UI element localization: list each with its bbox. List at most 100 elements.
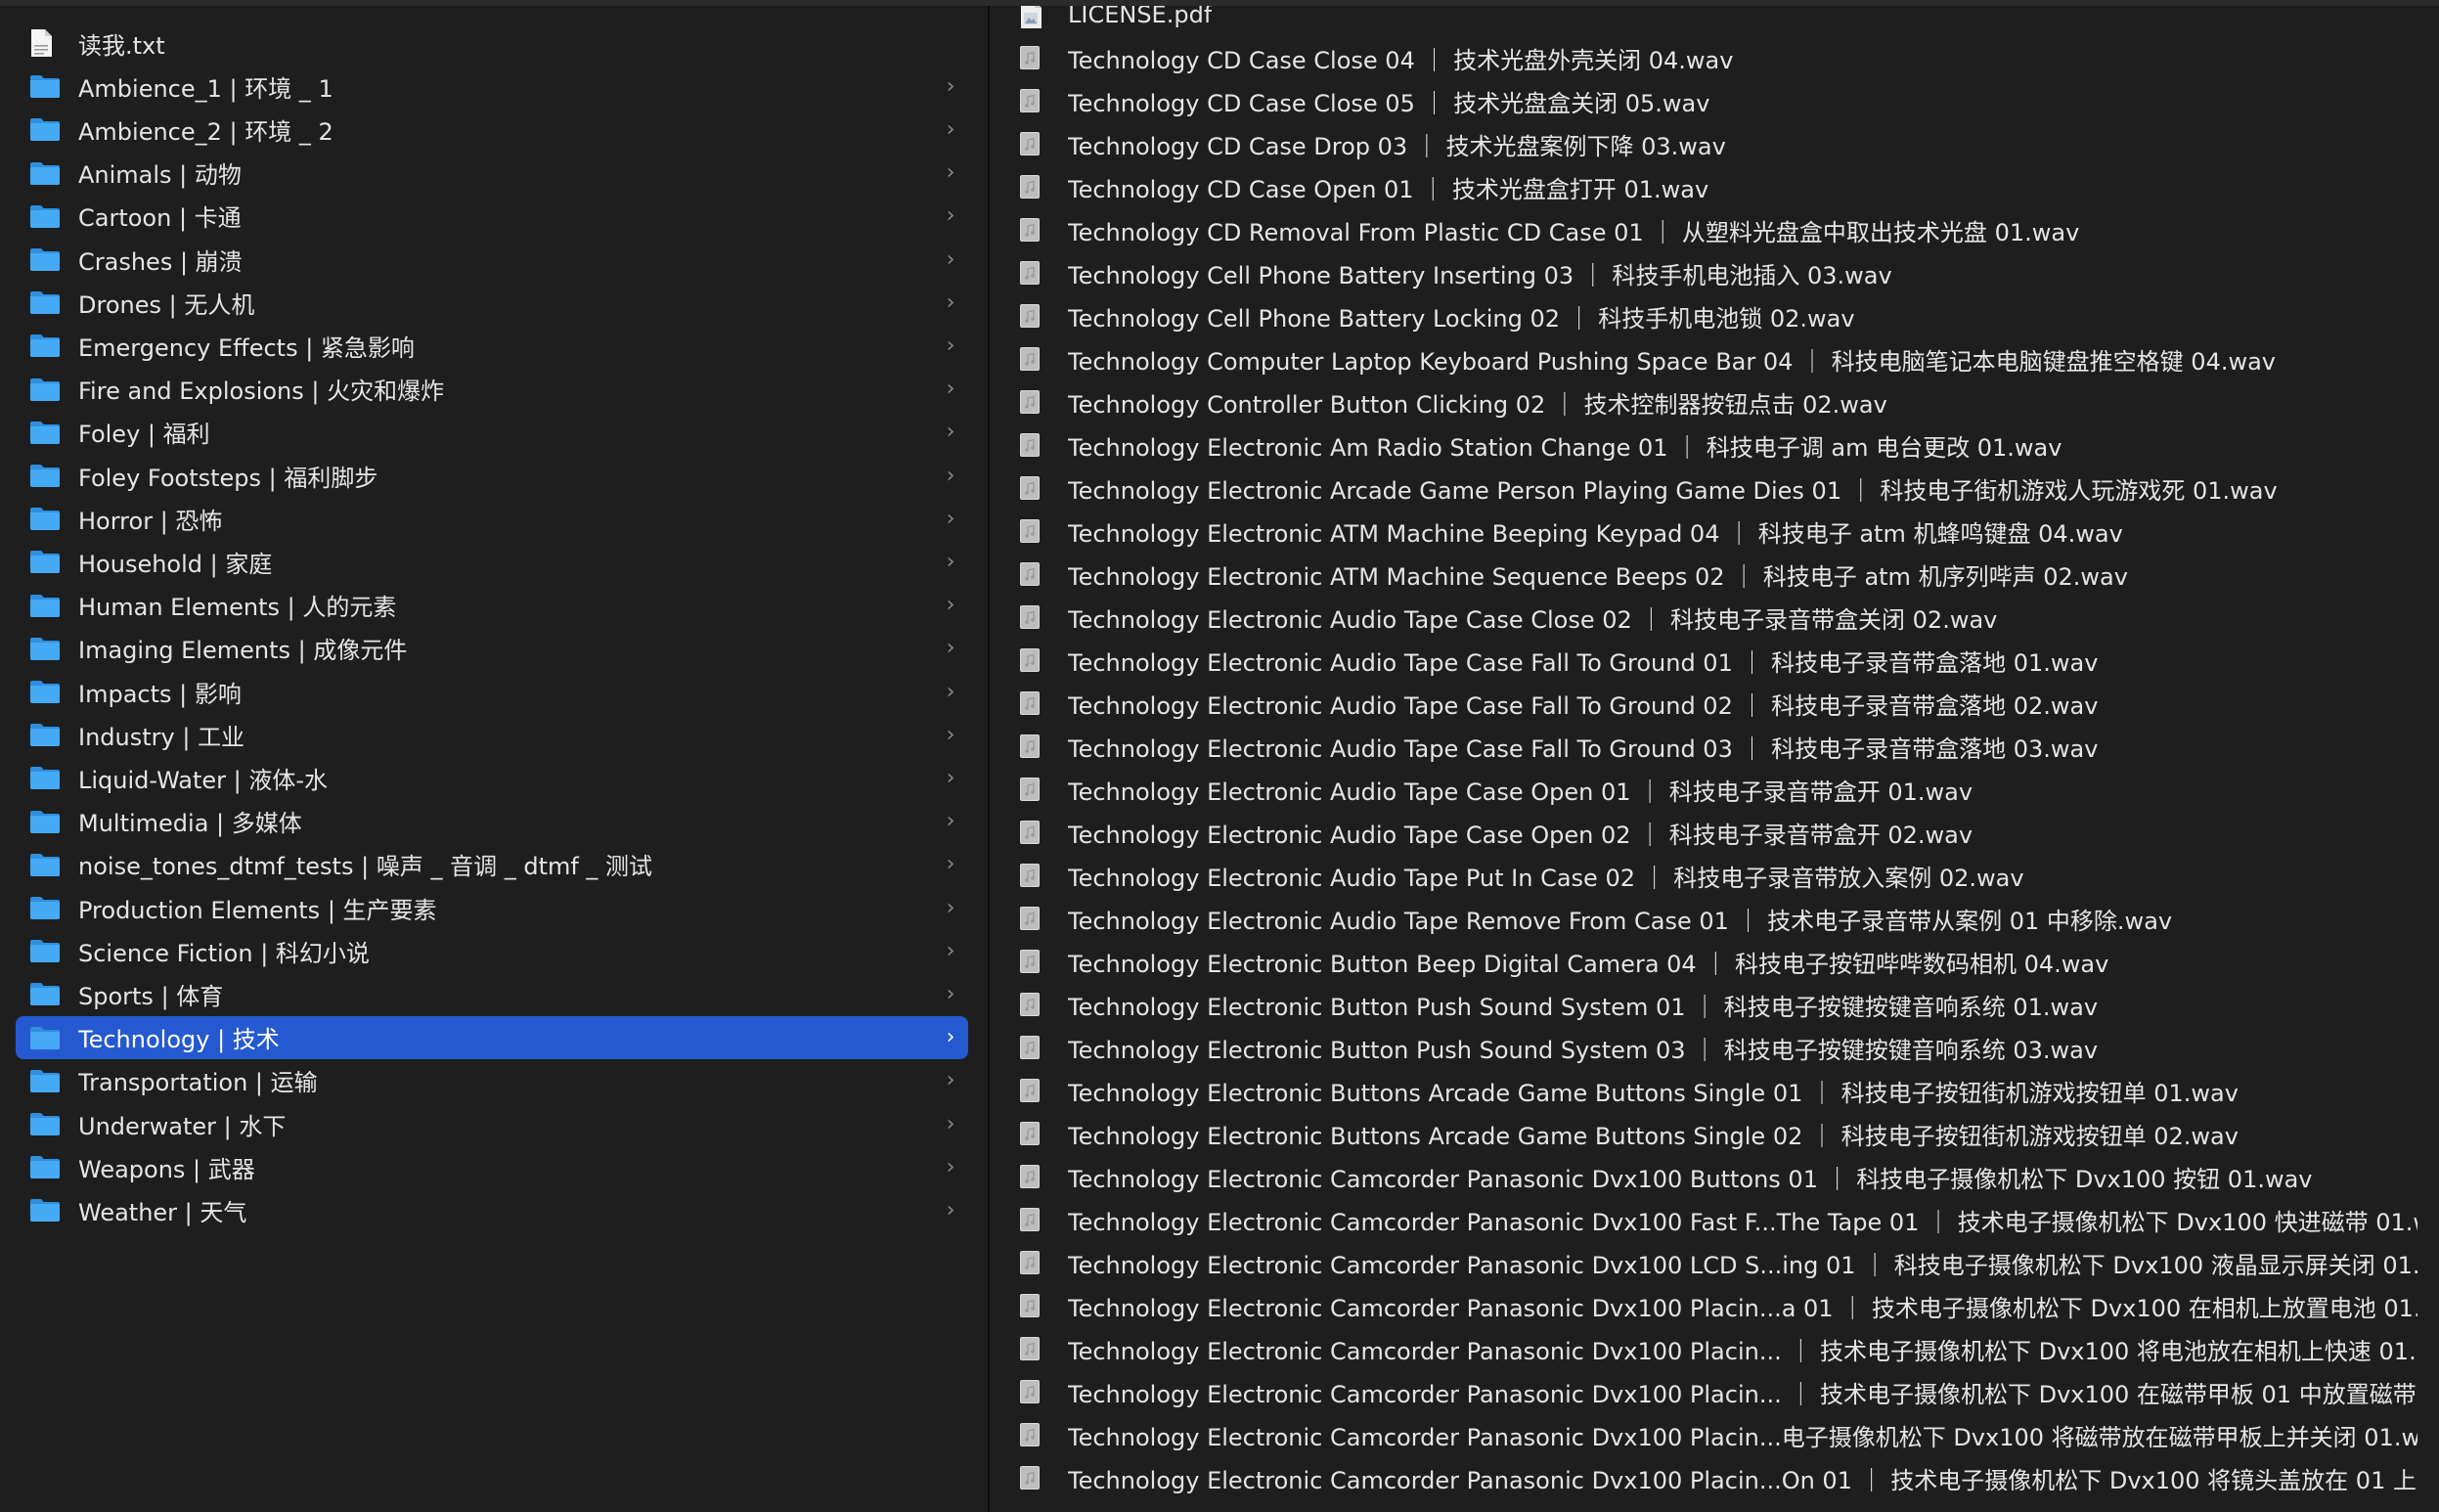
file-row[interactable]: Technology CD Removal From Plastic CD Ca… — [1019, 208, 2417, 251]
folder-row[interactable]: Foley Footsteps | 福利脚步 › — [16, 454, 968, 497]
folder-row[interactable]: Impacts | 影响 › — [16, 670, 968, 713]
item-label: Foley Footsteps | 福利脚步 — [78, 464, 378, 492]
chevron-right-icon: › — [946, 981, 955, 1006]
file-row[interactable]: Technology Cell Phone Battery Locking 02… — [1019, 294, 2417, 337]
chevron-right-icon: › — [946, 73, 955, 99]
folder-row[interactable]: noise_tones_dtmf_tests | 噪声 _ 音调 _ dtmf … — [16, 843, 968, 886]
folder-icon — [29, 845, 68, 884]
file-row[interactable]: Technology Electronic Button Beep Digita… — [1019, 940, 2417, 983]
file-name: Technology Computer Laptop Keyboard Push… — [1068, 347, 2277, 376]
file-row[interactable]: Technology Electronic Buttons Arcade Gam… — [1019, 1069, 2417, 1112]
item-label: Sports | 体育 — [78, 982, 224, 1010]
file-row[interactable]: Technology CD Case Close 05 ｜ 技术光盘盒关闭 05… — [1019, 79, 2417, 122]
folder-row[interactable]: Crashes | 崩溃 › — [16, 238, 968, 281]
item-label: Industry | 工业 — [78, 723, 245, 751]
audio-file-icon — [1019, 1114, 1058, 1153]
folder-row[interactable]: Weather | 天气 › — [16, 1188, 968, 1231]
item-label: Animals | 动物 — [78, 161, 242, 190]
file-row[interactable]: Technology Controller Button Clicking 02… — [1019, 380, 2417, 423]
folder-row[interactable]: Technology | 技术 › — [16, 1015, 968, 1059]
file-name: Technology Electronic Button Beep Digita… — [1068, 950, 2109, 978]
file-row[interactable]: Technology Electronic Audio Tape Put In … — [1019, 854, 2417, 897]
file-row[interactable]: Technology Computer Laptop Keyboard Push… — [1019, 337, 2417, 380]
file-row[interactable]: Technology Electronic Button Push Sound … — [1019, 983, 2417, 1026]
folder-icon — [29, 456, 68, 495]
file-row[interactable]: Technology Electronic Audio Tape Case Fa… — [1019, 639, 2417, 682]
folder-row[interactable]: Weapons | 武器 › — [16, 1145, 968, 1188]
folder-icon — [29, 326, 68, 365]
folder-row[interactable]: Ambience_2 | 环境 _ 2 › — [16, 108, 968, 151]
folder-row[interactable]: Foley | 福利 › — [16, 411, 968, 454]
folder-row[interactable]: Underwater | 水下 › — [16, 1102, 968, 1145]
file-row[interactable]: Technology Electronic Camcorder Panasoni… — [1019, 1198, 2417, 1241]
file-name: Technology CD Case Open 01 ｜ 技术光盘盒打开 01.… — [1068, 175, 1709, 203]
file-row[interactable]: Technology Electronic Audio Tape Case Fa… — [1019, 682, 2417, 725]
file-name: Technology Electronic Audio Tape Case Cl… — [1068, 605, 1998, 634]
file-row[interactable]: Technology CD Case Open 01 ｜ 技术光盘盒打开 01.… — [1019, 165, 2417, 208]
file-row[interactable]: Technology Electronic Arcade Game Person… — [1019, 467, 2417, 510]
folder-row[interactable]: Sports | 体育 › — [16, 972, 968, 1015]
folder-icon — [29, 154, 68, 193]
folder-row[interactable]: Fire and Explosions | 火灾和爆炸 › — [16, 368, 968, 411]
file-name: Technology Electronic Audio Tape Case Fa… — [1068, 648, 2099, 677]
folder-row[interactable]: Cartoon | 卡通 › — [16, 195, 968, 238]
file-row[interactable]: 读我.txt — [16, 22, 968, 65]
folder-row[interactable]: Household | 家庭 › — [16, 540, 968, 583]
chevron-right-icon: › — [946, 938, 955, 963]
file-row[interactable]: Technology Electronic ATM Machine Beepin… — [1019, 510, 2417, 553]
folder-row[interactable]: Multimedia | 多媒体 › — [16, 800, 968, 843]
audio-file-icon — [1019, 1028, 1058, 1067]
file-row[interactable]: Technology CD Case Drop 03 ｜ 技术光盘案例下降 03… — [1019, 122, 2417, 165]
chevron-right-icon: › — [946, 463, 955, 488]
file-row[interactable]: Technology Electronic Audio Tape Case Op… — [1019, 768, 2417, 811]
folder-icon — [29, 1190, 68, 1229]
file-row[interactable]: Technology Electronic ATM Machine Sequen… — [1019, 553, 2417, 596]
file-row[interactable]: Technology Electronic Audio Tape Case Op… — [1019, 811, 2417, 854]
folder-row[interactable]: Transportation | 运输 › — [16, 1059, 968, 1102]
folder-row[interactable]: Drones | 无人机 › — [16, 281, 968, 324]
file-row[interactable]: Technology Electronic Camcorder Panasoni… — [1019, 1413, 2417, 1456]
folder-row[interactable]: Industry | 工业 › — [16, 713, 968, 756]
folder-icon — [29, 1018, 68, 1057]
parent-folder-column[interactable]: 读我.txt Ambience_1 | 环境 _ 1 › Ambience_2 | 环… — [0, 6, 988, 1512]
item-label: Fire and Explosions | 火灾和爆炸 — [78, 378, 445, 406]
file-name: Technology Electronic Camcorder Panasoni… — [1068, 1294, 2417, 1322]
file-row[interactable]: Technology CD Case Close 04 ｜ 技术光盘外壳关闭 0… — [1019, 36, 2417, 79]
file-row[interactable]: Technology Electronic Am Radio Station C… — [1019, 423, 2417, 467]
folder-row[interactable]: Human Elements | 人的元素 › — [16, 584, 968, 627]
audio-file-icon — [1019, 468, 1058, 508]
item-label: Technology | 技术 — [78, 1026, 280, 1054]
file-name: Technology Electronic Arcade Game Person… — [1068, 476, 2278, 505]
audio-file-icon — [1019, 296, 1058, 335]
file-row[interactable]: Technology Electronic Camcorder Panasoni… — [1019, 1370, 2417, 1413]
file-row[interactable]: LICENSE.pdf — [1019, 6, 2417, 36]
folder-row[interactable]: Horror | 恐怖 › — [16, 497, 968, 540]
file-name: Technology Electronic Camcorder Panasoni… — [1068, 1423, 2417, 1451]
file-row[interactable]: Technology Electronic Button Push Sound … — [1019, 1026, 2417, 1069]
folder-row[interactable]: Science Fiction | 科幻小说 › — [16, 929, 968, 972]
file-row[interactable]: Technology Cell Phone Battery Inserting … — [1019, 251, 2417, 294]
folder-row[interactable]: Ambience_1 | 环境 _ 1 › — [16, 65, 968, 108]
file-row[interactable]: Technology Electronic Camcorder Panasoni… — [1019, 1155, 2417, 1198]
chevron-right-icon: › — [946, 160, 955, 186]
file-row[interactable]: Technology Electronic Camcorder Panasoni… — [1019, 1456, 2417, 1499]
folder-row[interactable]: Production Elements | 生产要素 › — [16, 886, 968, 929]
folder-row[interactable]: Animals | 动物 › — [16, 152, 968, 195]
folder-icon — [29, 629, 68, 668]
file-name: Technology Electronic Audio Tape Case Op… — [1068, 821, 1973, 849]
file-row[interactable]: Technology Electronic Camcorder Panasoni… — [1019, 1327, 2417, 1370]
file-row[interactable]: Technology Electronic Camcorder Panasoni… — [1019, 1241, 2417, 1284]
item-label: Liquid-Water | 液体-水 — [78, 766, 329, 794]
folder-row[interactable]: Emergency Effects | 紧急影响 › — [16, 324, 968, 367]
technology-folder-column[interactable]: LICENSE.pdf Technology CD Case Close 04 ｜… — [990, 6, 2439, 1512]
folder-row[interactable]: Liquid-Water | 液体-水 › — [16, 756, 968, 799]
file-row[interactable]: Technology Electronic Audio Tape Case Cl… — [1019, 596, 2417, 639]
file-row[interactable]: Technology Electronic Buttons Arcade Gam… — [1019, 1112, 2417, 1155]
folder-row[interactable]: Imaging Elements | 成像元件 › — [16, 627, 968, 670]
file-row[interactable]: Technology Electronic Audio Tape Remove … — [1019, 897, 2417, 940]
folder-icon — [29, 499, 68, 538]
file-row[interactable]: Technology Electronic Camcorder Panasoni… — [1019, 1284, 2417, 1327]
file-row[interactable]: Technology Electronic Audio Tape Case Fa… — [1019, 725, 2417, 768]
audio-file-icon — [1019, 1458, 1058, 1497]
audio-file-icon — [1019, 511, 1058, 551]
